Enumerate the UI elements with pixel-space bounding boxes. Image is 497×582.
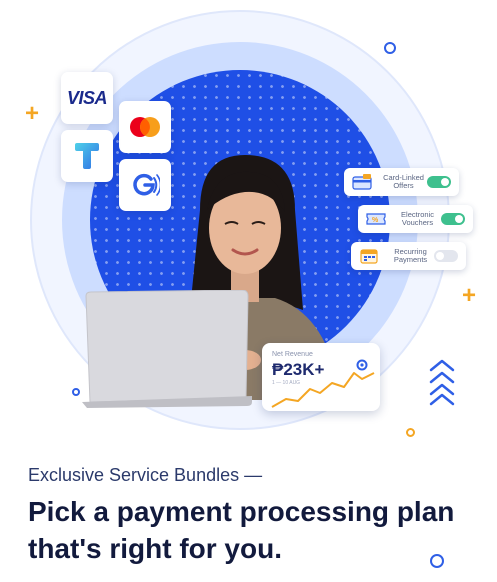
toggle-card-card-linked-offers: Card-Linked Offers [344,168,459,196]
visa-logo-tile: VISA [61,72,113,124]
revenue-trend-line [271,359,375,408]
net-revenue-card: Net Revenue ₱23K+ 1 — 10 AUG [262,343,380,411]
ring-decoration-icon [406,428,415,437]
visa-logo-text: VISA [66,87,108,108]
chevrons-up-icon [429,359,455,406]
t-logo-icon [75,143,99,169]
mastercard-icon [130,117,160,137]
voucher-icon: % [366,213,386,225]
svg-text:%: % [372,217,379,224]
toggle-card-electronic-vouchers: % Electronic Vouchers [358,205,473,233]
mastercard-logo-tile [119,101,171,153]
g-logo-tile [119,159,171,211]
g-logo-icon [133,173,160,196]
laptop-illustration [82,290,252,408]
ring-decoration-icon [384,42,396,54]
plus-decoration-icon: + [25,100,40,127]
calendar-icon [360,249,378,264]
toggle-label: Electronic Vouchers [401,209,434,227]
toggle-label: Card-Linked Offers [383,172,424,190]
ring-decoration-icon [72,388,80,396]
t-logo-tile [61,130,113,182]
electronic-vouchers-toggle[interactable] [441,213,465,225]
card-linked-offers-toggle[interactable] [427,176,451,188]
card-offers-icon [352,174,372,190]
plus-decoration-icon: + [462,282,477,309]
toggle-label: Recurring Payments [393,246,428,264]
section-subtitle: Exclusive Service Bundles — [28,465,263,485]
toggle-card-recurring-payments: Recurring Payments [351,242,466,270]
recurring-payments-toggle[interactable] [434,250,458,262]
section-headline: Pick a payment processing plan that's ri… [28,496,455,564]
